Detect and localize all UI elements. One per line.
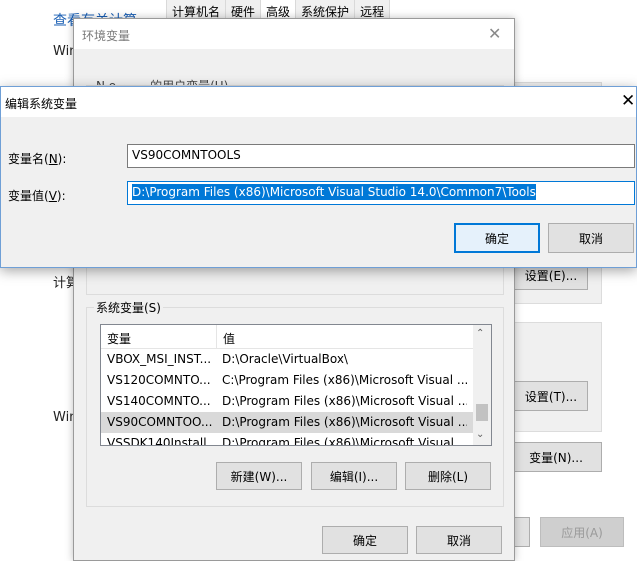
list-item[interactable]: VS140COMNTO... D:\Program Files (x86)\Mi… <box>101 391 473 412</box>
env-cancel-button[interactable]: 取消 <box>416 526 502 554</box>
column-separator[interactable] <box>216 325 217 349</box>
selected-value-text: D:\Program Files (x86)\Microsoft Visual … <box>132 184 536 200</box>
variable-value: D:\Oracle\VirtualBox\ <box>222 352 348 366</box>
column-header-value[interactable]: 值 <box>223 330 235 347</box>
system-variables-list[interactable]: 变量 值 VBOX_MSI_INST... D:\Oracle\VirtualB… <box>100 324 492 446</box>
column-header-variable[interactable]: 变量 <box>107 330 131 347</box>
edit-system-variable-dialog: 编辑系统变量 ✕ 变量名(N): VS90COMNTOOLS 变量值(V): D… <box>0 86 637 268</box>
variable-name-field[interactable]: VS90COMNTOOLS <box>127 144 635 168</box>
edit-variable-button[interactable]: 编辑(I)... <box>311 462 397 490</box>
close-icon[interactable]: ✕ <box>488 24 501 43</box>
list-item-selected[interactable]: VS90COMNTOO... D:\Program Files (x86)\Mi… <box>101 412 473 433</box>
scroll-up-arrow-icon[interactable]: ⌃ <box>476 328 484 339</box>
variable-value: D:\Program Files (x86)\Microsoft Visual … <box>222 394 467 408</box>
edit-dialog-titlebar[interactable]: 编辑系统变量 ✕ <box>1 87 636 117</box>
variable-name: VS140COMNTO... <box>107 394 211 408</box>
tab-computer-name[interactable]: 计算机名 <box>166 0 227 20</box>
vertical-scrollbar[interactable]: ⌃ ⌄ <box>473 325 491 445</box>
env-ok-button[interactable]: 确定 <box>322 526 408 554</box>
delete-variable-button[interactable]: 删除(L) <box>405 462 491 490</box>
variable-value: D:\Program Files (x86)\Microsoft Visual … <box>222 436 467 446</box>
list-item[interactable]: VSSDK140Install... D:\Program Files (x86… <box>101 433 473 446</box>
variable-name: VS90COMNTOO... <box>107 415 213 429</box>
list-item[interactable]: VBOX_MSI_INST... D:\Oracle\VirtualBox\ <box>101 349 473 370</box>
env-dialog-titlebar[interactable]: 环境变量 ✕ <box>74 19 514 49</box>
tab-advanced[interactable]: 高级 <box>260 0 297 20</box>
list-header: 变量 值 <box>101 325 473 349</box>
environment-variables-button[interactable]: 变量(N)... <box>510 442 602 472</box>
scroll-down-arrow-icon[interactable]: ⌄ <box>476 429 484 440</box>
system-properties-tabs: 计算机名 硬件 高级 系统保护 远程 <box>166 0 391 20</box>
variable-value: D:\Program Files (x86)\Microsoft Visual … <box>222 415 467 429</box>
tab-remote[interactable]: 远程 <box>354 0 391 20</box>
list-item[interactable]: VS120COMNTO... C:\Program Files (x86)\Mi… <box>101 370 473 391</box>
startup-recovery-group <box>505 322 602 432</box>
variable-value: C:\Program Files (x86)\Microsoft Visual … <box>222 373 467 387</box>
new-variable-button[interactable]: 新建(W)... <box>216 462 302 490</box>
tab-system-protection[interactable]: 系统保护 <box>295 0 356 20</box>
scrollbar-thumb[interactable] <box>476 404 488 421</box>
variable-name: VSSDK140Install... <box>107 436 217 446</box>
edit-dialog-title: 编辑系统变量 <box>5 97 78 111</box>
system-variables-label: 系统变量(S) <box>94 299 163 316</box>
startup-settings-button[interactable]: 设置(T)... <box>514 381 588 411</box>
close-icon[interactable]: ✕ <box>621 91 635 111</box>
env-dialog-title: 环境变量 <box>82 29 131 43</box>
variable-name: VBOX_MSI_INST... <box>107 352 212 366</box>
tab-hardware[interactable]: 硬件 <box>225 0 262 20</box>
apply-button[interactable]: 应用(A) <box>540 517 624 547</box>
variable-value-label: 变量值(V): <box>8 189 66 203</box>
variable-value-field[interactable]: D:\Program Files (x86)\Microsoft Visual … <box>127 181 635 205</box>
variable-name-label: 变量名(N): <box>8 152 67 166</box>
edit-ok-button[interactable]: 确定 <box>454 223 540 253</box>
variable-name: VS120COMNTO... <box>107 373 211 387</box>
edit-cancel-button[interactable]: 取消 <box>548 223 634 253</box>
